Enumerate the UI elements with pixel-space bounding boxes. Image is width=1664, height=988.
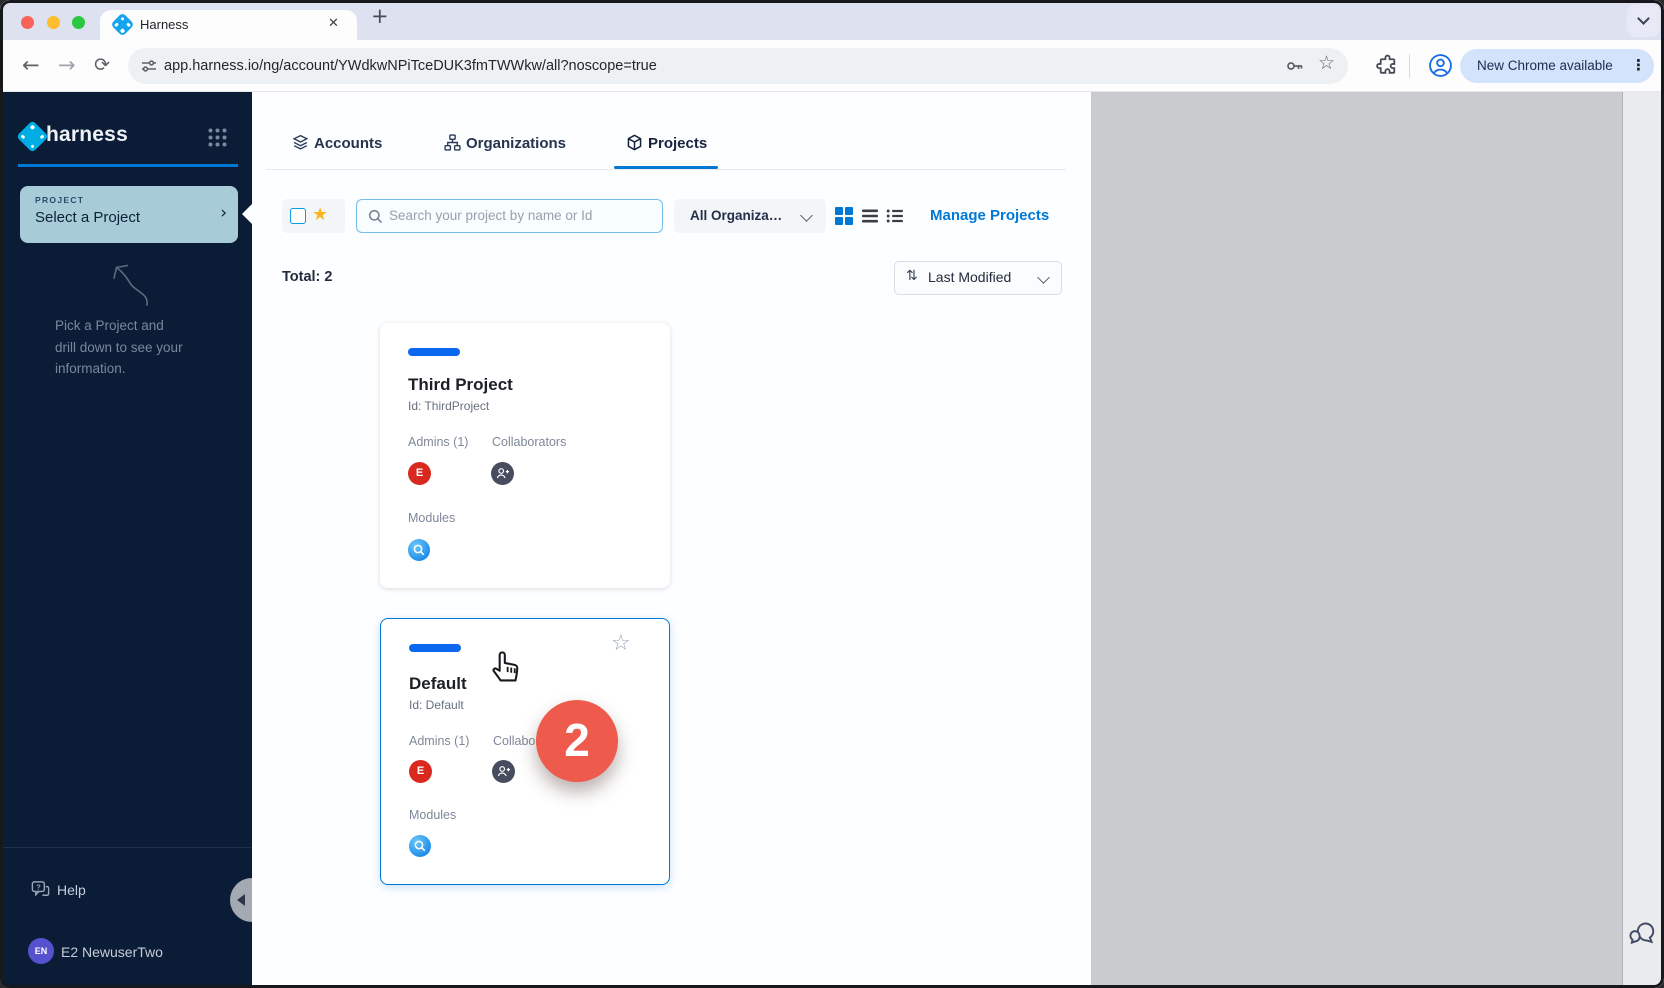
magnifier-icon [412,543,426,557]
user-name: E2 NewuserTwo [61,944,163,960]
project-card-third-project[interactable]: Third Project Id: ThirdProject Admins (1… [380,323,670,588]
collapse-arrow-icon [237,894,245,906]
invite-person-icon [496,764,511,779]
modules-label: Modules [409,808,456,822]
help-label: Help [57,882,86,898]
project-color-bar [408,348,460,356]
bookmark-star-icon[interactable]: ☆ [1318,52,1335,74]
hand-drawn-arrow-icon [103,254,155,310]
browser-toolbar: ← → ⟳ app.harness.io/ng/account/YWdkwNPi… [0,40,1664,92]
search-icon [368,209,383,224]
help-chat-icon: ? [30,879,51,900]
sidebar-footer-divider [0,847,252,848]
admin-avatar[interactable]: E [409,760,432,783]
list-view-button[interactable] [861,207,879,225]
sort-value: Last Modified [928,262,1011,294]
zoom-window-button[interactable] [72,16,85,29]
sidebar-accent-divider [18,164,238,167]
collaborators-label: Collaborators [492,435,566,449]
tab-search-button[interactable] [1627,4,1660,37]
project-id: Id: ThirdProject [408,399,489,413]
user-avatar: EN [28,938,54,964]
chat-help-icon[interactable] [1628,918,1658,948]
reload-button[interactable]: ⟳ [94,40,110,92]
chevron-down-icon [1037,271,1050,284]
tutorial-step-badge: 2 [536,700,618,782]
project-selector-value: Select a Project [35,209,140,226]
profile-icon[interactable] [1428,53,1453,78]
svg-text:?: ? [36,883,41,892]
module-chaos-icon[interactable] [408,539,430,561]
favorite-project-star[interactable]: ☆ [611,631,631,656]
invite-person-icon [495,466,510,481]
organization-filter-value: All Organiza… [690,199,782,233]
module-chaos-icon[interactable] [409,835,431,857]
favorites-checkbox[interactable] [290,208,306,224]
empty-gray-area [1091,92,1622,988]
sidebar-hint-text: Pick a Project and drill down to see you… [55,315,183,380]
accounts-layers-icon [292,134,309,151]
tabs-divider [266,169,1066,170]
sort-arrows-icon: ⇅ [906,268,918,284]
browser-menu-icon[interactable]: ⋮ [1631,49,1646,83]
user-menu[interactable]: EN E2 NewuserTwo [28,938,228,966]
right-edge-strip [1622,92,1664,988]
chevron-down-icon [800,209,813,222]
collaborator-avatar[interactable] [492,760,515,783]
password-key-icon[interactable] [1284,56,1304,76]
grid-view-button[interactable] [835,207,853,225]
magnifier-icon [413,839,427,853]
project-selector-label: PROJECT [35,195,84,205]
close-tab-icon[interactable]: ✕ [328,16,339,31]
chrome-update-button[interactable]: New Chrome available ⋮ [1460,49,1654,83]
url-bar[interactable]: app.harness.io/ng/account/YWdkwNPiTceDUK… [128,48,1348,84]
chrome-update-label: New Chrome available [1477,49,1613,83]
toolbar-divider [1409,54,1410,78]
site-info-icon[interactable] [140,57,158,75]
total-count-label: Total: 2 [282,269,332,285]
admins-label: Admins (1) [408,435,468,449]
harness-favicon-icon [114,16,131,33]
admins-label: Admins (1) [409,734,469,748]
minimize-window-button[interactable] [47,16,60,29]
new-tab-button[interactable]: + [371,4,389,28]
project-name: Third Project [408,375,513,395]
project-color-bar [409,644,461,652]
help-button[interactable]: ? Help [30,879,150,903]
close-window-button[interactable] [21,16,34,29]
favorites-filter: ★ [282,199,345,233]
hand-cursor-icon [489,645,525,685]
favorites-star-icon[interactable]: ★ [312,204,328,225]
project-name: Default [409,674,467,694]
chevron-down-icon [1637,12,1650,25]
back-button[interactable]: ← [22,40,40,92]
admin-avatar[interactable]: E [408,462,431,485]
app-grid-icon[interactable] [207,127,228,148]
chevron-right-icon: › [220,203,227,223]
project-selector[interactable]: PROJECT Select a Project › [20,186,238,243]
organization-filter-dropdown[interactable]: All Organiza… [674,199,826,233]
search-input[interactable] [389,201,654,230]
manage-projects-link[interactable]: Manage Projects [930,207,1049,224]
project-id: Id: Default [409,698,464,712]
brand-name: harness [46,123,128,147]
url-text: app.harness.io/ng/account/YWdkwNPiTceDUK… [164,48,657,84]
project-search [356,199,663,233]
selector-pointer-notch [242,204,252,224]
projects-cube-icon [626,134,643,151]
tab-title: Harness [140,17,188,32]
project-card-default[interactable]: Default Id: Default Admins (1) Collabora… [380,618,670,885]
browser-tab-strip: Harness ✕ + [0,0,1664,40]
browser-tab[interactable]: Harness ✕ [100,10,357,40]
extensions-puzzle-icon[interactable] [1376,54,1399,77]
modules-label: Modules [408,511,455,525]
organizations-tree-icon [444,134,461,151]
compact-list-view-button[interactable] [886,207,904,225]
harness-logo-icon [21,125,44,148]
sort-dropdown[interactable]: ⇅ Last Modified [894,261,1062,295]
forward-button[interactable]: → [58,40,76,92]
collaborator-avatar[interactable] [491,462,514,485]
browser-window: Harness ✕ + ← → ⟳ app.harness.io/ng/acco… [0,0,1664,988]
